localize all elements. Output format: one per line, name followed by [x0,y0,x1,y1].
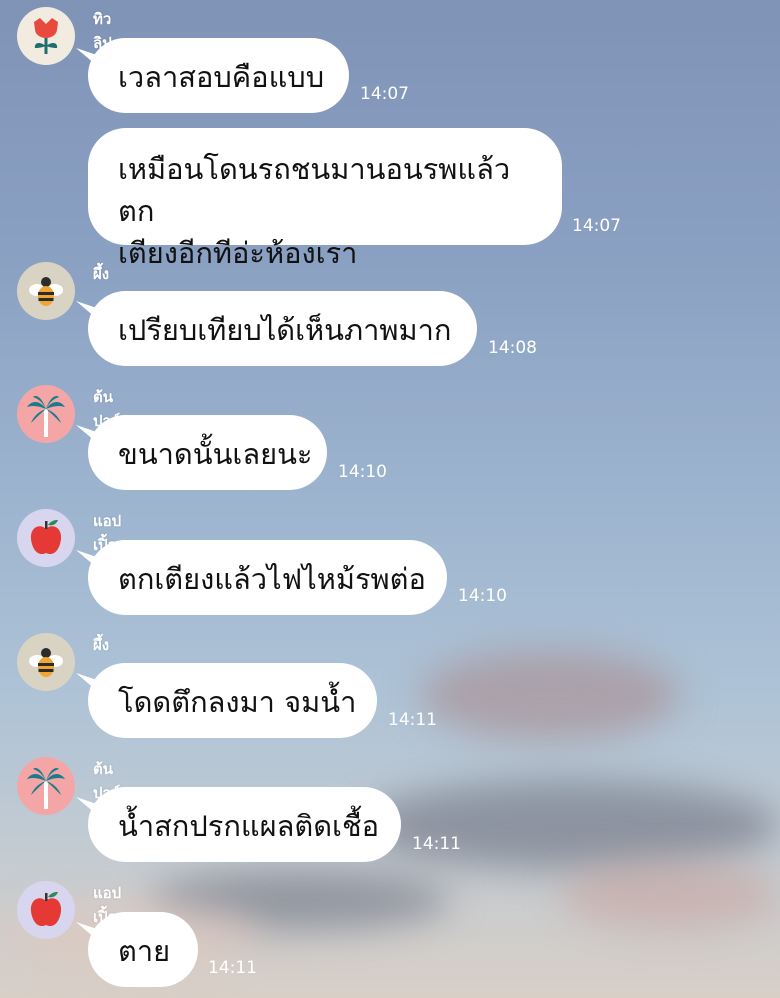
timestamp: 14:08 [488,338,537,358]
timestamp: 14:10 [338,462,387,482]
message-line: เตียงอีกทีอ่ะห้องเรา [118,236,358,270]
sender-name: ผึ้ง [93,265,110,283]
message-bubble[interactable]: เหมือนโดนรถชนมานอนรพแล้วตก เตียงอีกทีอ่ะ… [88,128,562,270]
message-bubble[interactable]: เปรียบเทียบได้เห็นภาพมาก [88,291,477,366]
message-bubble[interactable]: น้ำสกปรกแผลติดเชื้อ [88,787,401,862]
timestamp: 14:11 [412,834,461,854]
timestamp: 14:11 [208,958,257,978]
message-bubble[interactable]: ตาย [88,912,198,987]
avatar-apple[interactable] [17,881,75,939]
apple-icon [30,891,62,927]
avatar-apple[interactable] [17,509,75,567]
palm-tree-icon [27,768,65,809]
sender-name: ผึ้ง [93,636,110,654]
palm-tree-icon [27,396,65,437]
tulip-icon [34,18,58,54]
bee-icon [29,277,63,306]
apple-icon [30,519,62,555]
avatar-palm[interactable] [17,385,75,443]
message-bubble[interactable]: ตกเตียงแล้วไฟไหม้รพต่อ [88,540,447,615]
avatar-bee[interactable] [17,262,75,320]
message-bubble[interactable]: โดดตึกลงมา จมน้ำ [88,663,377,738]
message-line: เหมือนโดนรถชนมานอนรพแล้วตก [118,152,511,228]
timestamp: 14:07 [572,216,621,236]
avatar-tulip[interactable] [17,7,75,65]
timestamp: 14:07 [360,84,409,104]
avatar-palm[interactable] [17,757,75,815]
message-bubble[interactable]: ขนาดนั้นเลยนะ [88,415,327,490]
avatar-bee[interactable] [17,633,75,691]
timestamp: 14:11 [388,710,437,730]
bee-icon [29,648,63,677]
timestamp: 14:10 [458,586,507,606]
message-bubble[interactable]: เวลาสอบคือแบบ [88,38,349,113]
chat-view[interactable]: ทิวลิป เวลาสอบคือแบบ 14:07 เหมือนโดนรถชน… [0,0,780,998]
